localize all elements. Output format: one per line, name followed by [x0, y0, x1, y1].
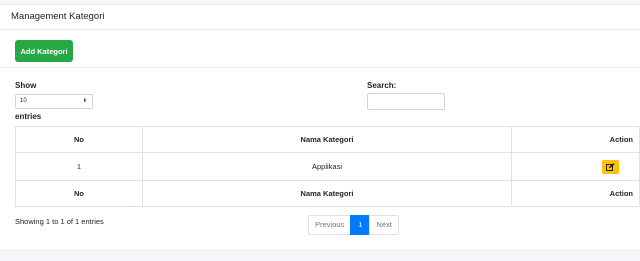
search-label: Search:: [367, 81, 397, 90]
select-chevron-icon: ⬍: [82, 98, 87, 104]
edit-icon: [606, 162, 615, 171]
column-header-no[interactable]: No: [15, 126, 143, 153]
edit-button[interactable]: [602, 159, 619, 174]
entries-length-value: 10: [20, 98, 27, 104]
cell-nama-kategori: Applikasi: [142, 152, 512, 181]
footer-column-no: No: [15, 180, 143, 207]
pagination-page-1[interactable]: 1: [350, 215, 371, 235]
pagination: Previous 1 Next: [308, 215, 399, 235]
show-label: Show: [15, 81, 37, 90]
search-input[interactable]: [367, 93, 445, 110]
column-header-nama-kategori[interactable]: Nama Kategori: [142, 126, 512, 153]
cell-no: 1: [15, 152, 143, 181]
card-title: Management Kategori: [0, 5, 640, 30]
entries-label: entries: [15, 112, 42, 121]
footer-column-action: Action: [511, 180, 640, 207]
entries-length-select[interactable]: 10 ⬍: [15, 94, 93, 109]
table-row: 1 Applikasi: [15, 152, 640, 181]
cell-action: [511, 152, 640, 181]
table-header-row: No Nama Kategori Action: [15, 126, 640, 153]
category-card: Management Kategori Add Kategori Show 10…: [0, 4, 640, 249]
add-kategori-button[interactable]: Add Kategori: [15, 40, 73, 62]
pagination-next[interactable]: Next: [369, 215, 399, 235]
table-footer-row: No Nama Kategori Action: [15, 180, 640, 207]
pagination-previous[interactable]: Previous: [308, 215, 352, 235]
category-table: No Nama Kategori Action 1 Applikasi No N…: [15, 126, 640, 207]
footer-column-nama-kategori: Nama Kategori: [142, 180, 512, 207]
divider: [0, 67, 640, 68]
column-header-action[interactable]: Action: [511, 126, 640, 153]
table-info: Showing 1 to 1 of 1 entries: [15, 217, 104, 226]
